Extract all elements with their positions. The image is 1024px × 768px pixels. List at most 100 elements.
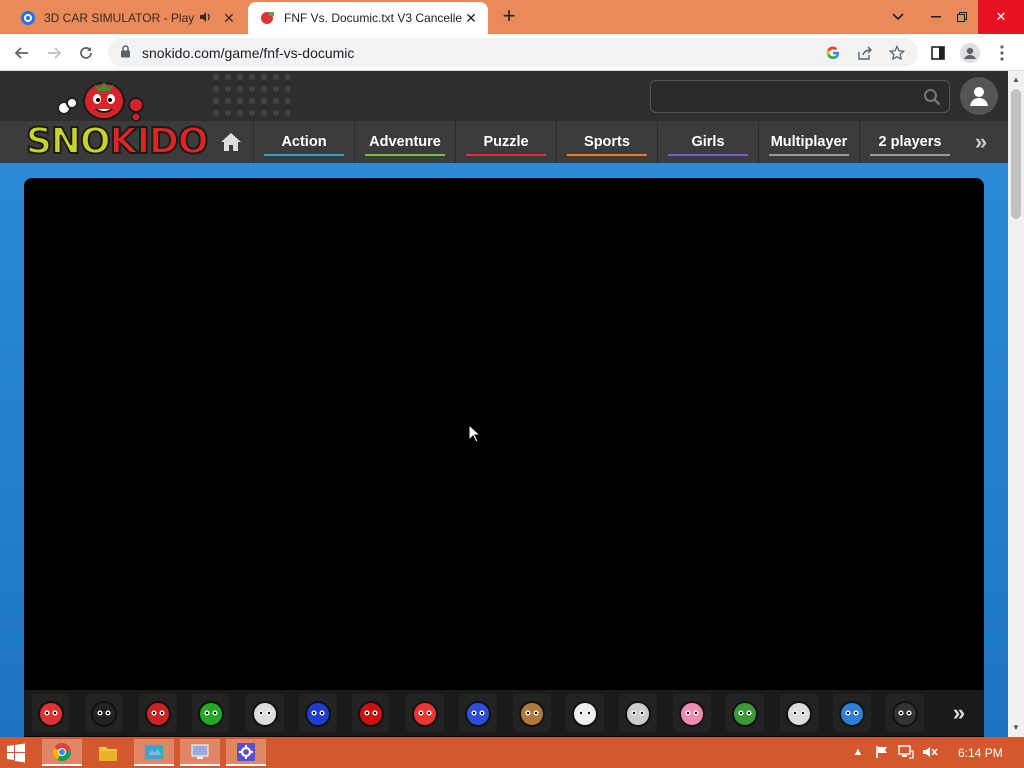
network-icon[interactable] (898, 744, 914, 760)
nav-underline (870, 154, 950, 156)
taskbar-clock[interactable]: 6:14 PM (958, 746, 1003, 760)
taskbar-app-icon[interactable] (134, 739, 174, 766)
game-thumbnail-white-face-character[interactable] (566, 694, 604, 732)
nav-label: Sports (584, 134, 630, 150)
search-input[interactable] (659, 87, 919, 107)
game-thumbnail-boyfriend-blue[interactable] (833, 694, 871, 732)
game-thumbnail-boyfriend-red-cap[interactable] (32, 694, 70, 732)
game-thumbnail-bearded-man[interactable] (512, 694, 551, 732)
game-favicon-icon (20, 10, 36, 26)
game-canvas[interactable] (24, 178, 984, 738)
game-thumbnail-cuphead-like[interactable] (245, 694, 284, 732)
reload-icon[interactable] (74, 41, 98, 65)
scroll-up-arrow-icon[interactable]: ▲ (1008, 73, 1024, 87)
game-thumbnail-dark-character[interactable] (85, 694, 124, 732)
new-tab-button[interactable]: + (498, 5, 520, 28)
nav-label: Puzzle (483, 134, 529, 150)
profile-icon[interactable] (958, 41, 982, 65)
address-bar[interactable]: snokido.com/game/fnf-vs-documic (108, 38, 918, 67)
volume-muted-icon[interactable] (922, 744, 938, 760)
user-account-button[interactable] (960, 77, 998, 115)
close-tab-icon[interactable]: ✕ (220, 9, 238, 27)
game-thumbnail-dark-hair-kid[interactable] (886, 694, 925, 732)
game-thumbnail-among-us-red[interactable] (352, 694, 391, 732)
thumbnails-more-chevron-icon[interactable]: » (944, 698, 974, 728)
side-panel-icon[interactable] (926, 41, 950, 65)
nav-label: 2 players (878, 134, 942, 150)
browser-tab-strip: 3D CAR SIMULATOR - Play 3 ✕ FNF Vs. Docu… (0, 0, 1024, 34)
browser-tab-2[interactable]: FNF Vs. Documic.txt V3 Cancelled ✕ (248, 2, 488, 34)
browser-toolbar: snokido.com/game/fnf-vs-documic (0, 34, 1024, 71)
game-thumbnail-hooded-white[interactable] (619, 694, 658, 732)
windows-taskbar: ▲ 6:14 PM (0, 737, 1024, 768)
action-center-flag-icon[interactable] (874, 744, 890, 760)
browser-tab-1[interactable]: 3D CAR SIMULATOR - Play 3 ✕ (8, 2, 246, 34)
nav-girls[interactable]: Girls (657, 121, 758, 163)
nav-label: Multiplayer (770, 134, 848, 150)
page-scrollbar[interactable]: ▲ ▼ (1008, 71, 1024, 737)
google-icon[interactable] (824, 44, 842, 62)
tab-title: FNF Vs. Documic.txt V3 Cancelled (284, 11, 462, 25)
scroll-down-arrow-icon[interactable]: ▼ (1008, 721, 1024, 735)
game-thumbnail-blue-rainbow-friend[interactable] (459, 694, 498, 732)
game-thumbnail-pink-hair-girl[interactable] (672, 694, 711, 732)
tab-search-icon[interactable] (880, 0, 916, 34)
nav-adventure[interactable]: Adventure (354, 121, 455, 163)
nav-action[interactable]: Action (253, 121, 354, 163)
page-content (0, 163, 1008, 738)
game-thumbnail-strip: » (24, 690, 984, 736)
forward-icon[interactable] (42, 41, 66, 65)
game-thumbnail-green-hat-kid[interactable] (726, 694, 765, 732)
speaker-icon[interactable] (198, 10, 214, 27)
nav-underline (668, 154, 748, 156)
share-icon[interactable] (856, 44, 874, 62)
site-header: SNOKIDO Action Adventure Puzzle Sports G… (0, 71, 1008, 163)
scroll-thumb[interactable] (1011, 89, 1021, 219)
nav-underline (567, 154, 647, 156)
back-icon[interactable] (10, 41, 34, 65)
taskbar-chrome-icon[interactable] (42, 739, 82, 766)
nav-label: Action (281, 134, 327, 150)
tray-overflow-chevron-icon[interactable]: ▲ (850, 744, 866, 760)
menu-kebab-icon[interactable] (990, 41, 1014, 65)
logo-wordmark: SNOKIDO (25, 120, 210, 163)
nav-label: Adventure (369, 134, 441, 150)
nav-underline (466, 154, 546, 156)
nav-multiplayer[interactable]: Multiplayer (758, 121, 859, 163)
game-thumbnail-sonic-exe[interactable] (299, 694, 337, 732)
tomato-mascot-icon (57, 82, 144, 122)
close-tab-icon[interactable]: ✕ (462, 9, 480, 27)
nav-underline (264, 154, 344, 156)
category-nav: Action Adventure Puzzle Sports Girls Mul… (210, 121, 1008, 163)
restore-icon[interactable] (944, 0, 980, 34)
nav-label: Girls (691, 134, 725, 150)
site-search[interactable] (650, 80, 950, 113)
logo-text-b: KIDO (109, 120, 210, 163)
taskbar-settings-icon[interactable] (226, 739, 266, 766)
nav-more-chevron-icon[interactable]: » (968, 129, 994, 155)
logo-text-a: SNO (25, 120, 112, 163)
game-thumbnail-white-fox[interactable] (779, 694, 818, 732)
snokido-favicon-icon (260, 10, 276, 26)
nav-underline (769, 154, 849, 156)
taskbar-file-explorer-icon[interactable] (88, 739, 128, 766)
snokido-logo[interactable]: SNOKIDO (22, 75, 209, 163)
game-thumbnail-red-hair-character[interactable] (405, 694, 444, 732)
home-icon[interactable] (218, 129, 244, 155)
close-window-icon[interactable]: ✕ (978, 0, 1024, 34)
mouse-cursor-icon (468, 423, 482, 449)
taskbar-remote-desktop-icon[interactable] (180, 739, 220, 766)
tab-title: 3D CAR SIMULATOR - Play 3 (44, 11, 198, 25)
game-thumbnail-red-creature[interactable] (138, 694, 177, 732)
search-icon[interactable] (923, 88, 941, 111)
bookmark-star-icon[interactable] (888, 44, 906, 62)
header-pattern (210, 71, 290, 121)
lock-icon[interactable] (120, 45, 131, 63)
nav-puzzle[interactable]: Puzzle (455, 121, 556, 163)
windows-start-icon[interactable] (6, 743, 26, 763)
nav-sports[interactable]: Sports (556, 121, 657, 163)
game-thumbnail-green-hat-character[interactable] (192, 694, 231, 732)
url-text: snokido.com/game/fnf-vs-documic (142, 45, 355, 61)
user-icon (970, 87, 988, 106)
nav-2-players[interactable]: 2 players (859, 121, 960, 163)
